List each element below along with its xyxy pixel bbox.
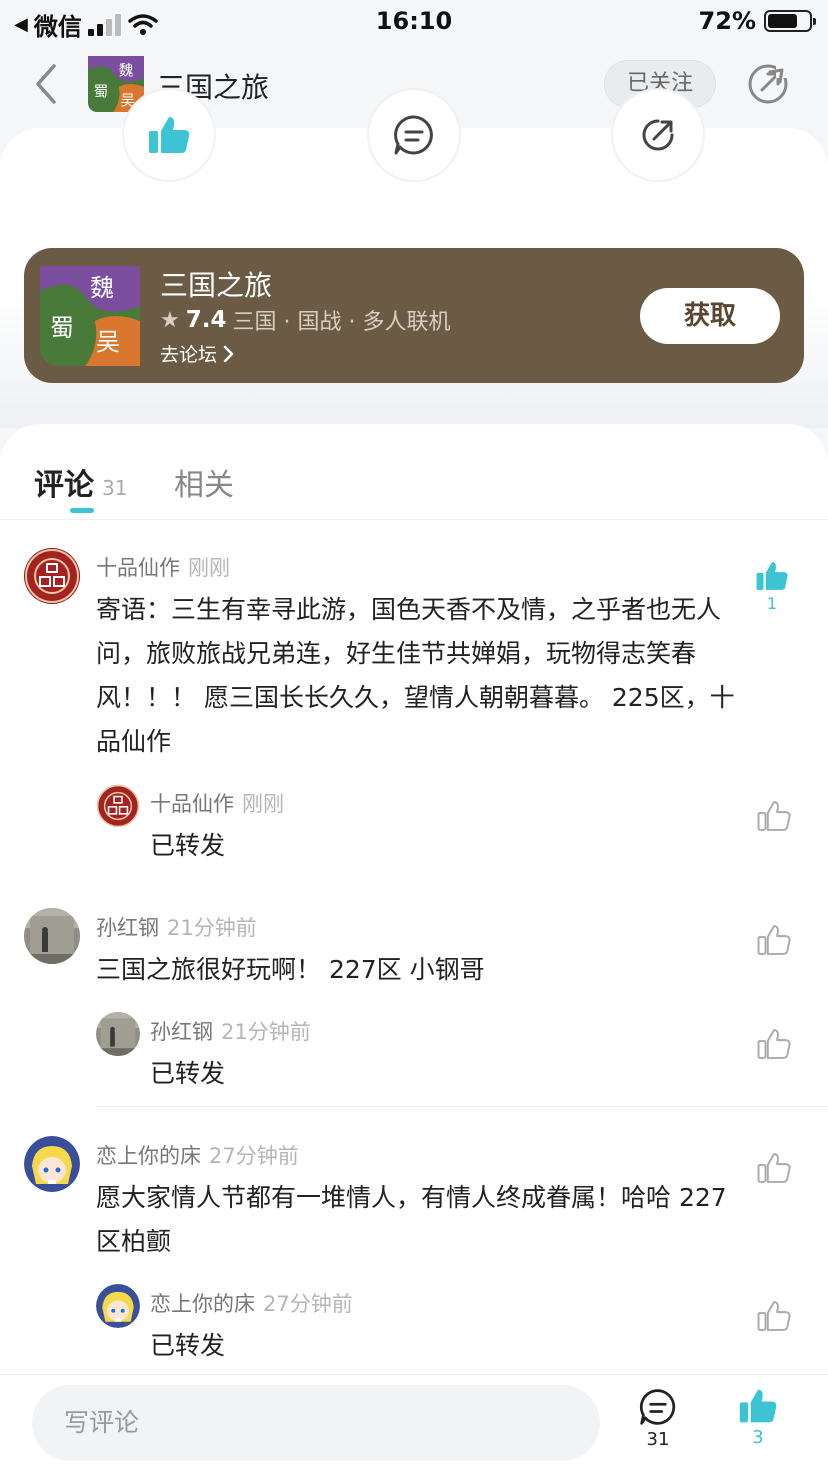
divider [96,1106,828,1107]
thumbs-up-outline-icon [757,1029,791,1059]
tab-related[interactable]: 相关 [174,460,234,504]
tab-comments-count: 31 [102,476,128,500]
thumbs-up-filled-icon [739,1389,777,1423]
get-app-button[interactable]: 获取 [640,288,780,344]
card-meta: ★ 7.4 三国 · 国战 · 多人联机 [160,304,450,336]
card-app-title: 三国之旅 [160,269,273,302]
avatar-image [96,1284,140,1328]
comment-like-count: 1 [766,594,778,613]
share-post-button[interactable] [611,88,705,182]
reply-author-name: 孙红钢 [150,1020,213,1044]
reply-like-button[interactable] [754,1028,794,1060]
reply-avatar[interactable] [96,784,140,828]
comment-author[interactable]: 孙红钢 21分钟前 [96,912,257,942]
thumbs-up-filled-icon [756,562,788,590]
reply-author-name: 恋上你的床 [150,1292,255,1316]
comment-author-name: 恋上你的床 [96,1144,201,1168]
logo-char-wu: 吴 [96,328,120,356]
thumbs-up-outline-icon [757,801,791,831]
avatar-image [96,1012,140,1056]
like-post-button[interactable] [122,88,216,182]
reply-time: 27分钟前 [263,1292,353,1316]
comment-input[interactable]: 写评论 [32,1385,600,1461]
comment-text: 三国之旅很好玩啊！ 227区 小钢哥 [96,955,485,984]
back-arrow-icon[interactable] [30,62,66,106]
bottom-comment-button[interactable]: 31 [628,1387,688,1450]
avatar[interactable] [24,1136,80,1192]
tab-comments-label: 评论 [34,468,94,503]
bottom-comment-count: 31 [646,1429,670,1450]
comment-text: 愿大家情人节都有一堆情人，有情人终成眷属！哈哈 227区柏颤 [96,1183,727,1256]
bottom-like-button[interactable]: 3 [728,1387,788,1448]
comment-author-name: 孙红钢 [96,916,159,940]
reply-avatar[interactable] [96,1012,140,1056]
battery-icon [764,10,816,32]
avatar-image [96,784,140,828]
avatar[interactable] [24,908,80,964]
app-card[interactable]: 魏 蜀 吴 三国之旅 ★ 7.4 三国 · 国战 · 多人联机 去论坛 获取 [24,248,804,383]
share-arrow-icon [642,119,674,151]
bottom-bar: 写评论 31 3 [0,1374,828,1472]
status-bar: ◀ 微信 16:10 72% [0,0,828,42]
active-tab-indicator [70,508,94,513]
battery-percent: 72% [698,7,756,35]
card-tags: 三国 · 国战 · 多人联机 [232,310,451,335]
star-icon: ★ [160,307,180,333]
comment-post-button[interactable] [367,88,461,182]
reply-time: 刚刚 [242,792,284,816]
logo-char-wei: 魏 [119,63,134,80]
comment-time: 27分钟前 [209,1144,299,1168]
thumbs-up-outline-icon [757,1153,791,1183]
game-logo-icon: 魏 蜀 吴 [40,266,140,366]
logo-char-shu: 蜀 [50,314,74,342]
reply-author[interactable]: 恋上你的床 27分钟前 [150,1288,353,1318]
comment-bubble-icon [394,115,433,155]
comment-like-button[interactable] [754,1152,794,1184]
comment-author-name: 十品仙作 [96,556,180,580]
reply-like-button[interactable] [754,800,794,832]
reply-text: 已转发 [150,831,226,860]
comment-text: 寄语：三生有幸寻此游，国色天香不及情，之乎者也无人问，旅败旅战兄弟连，好生佳节共… [96,595,735,756]
logo-char-shu: 蜀 [94,83,109,100]
battery-fill [768,14,797,28]
forum-link[interactable]: 去论坛 [160,340,235,367]
comment-author[interactable]: 十品仙作 刚刚 [96,552,230,582]
comment-bubble-icon [639,1389,676,1425]
tab-comments[interactable]: 评论 31 [34,460,127,504]
reply-text: 已转发 [150,1331,226,1360]
comment-time: 21分钟前 [167,916,257,940]
bottom-like-count: 3 [752,1427,764,1448]
comment-time: 刚刚 [188,556,230,580]
reply-like-button[interactable] [754,1300,794,1332]
comment-like-button[interactable]: 1 [752,560,792,613]
comment-author[interactable]: 恋上你的床 27分钟前 [96,1140,299,1170]
card-app-icon: 魏 蜀 吴 [40,266,140,370]
reply-avatar[interactable] [96,1284,140,1328]
reply-author[interactable]: 孙红钢 21分钟前 [150,1016,311,1046]
reply-author-name: 十品仙作 [150,792,234,816]
avatar-image [25,549,79,603]
reply-author[interactable]: 十品仙作 刚刚 [150,788,284,818]
thumbs-up-outline-icon [757,925,791,955]
thumbs-up-outline-icon [757,1301,791,1331]
chevron-right-icon [223,345,234,362]
avatar-image [24,1136,80,1192]
reply-time: 21分钟前 [221,1020,311,1044]
card-rating: 7.4 [185,307,227,333]
avatar-image [24,908,80,964]
share-icon[interactable] [746,62,790,106]
forum-link-label: 去论坛 [160,344,218,366]
tab-bar: 评论 31 相关 [0,424,828,520]
logo-char-wei: 魏 [90,274,114,302]
reply-text: 已转发 [150,1059,226,1088]
comment-like-button[interactable] [754,924,794,956]
comments-panel: 评论 31 相关 十品仙作 刚刚 寄语：三生有幸寻此游，国色天香不及情，之乎者也无人… [0,424,828,1472]
avatar[interactable] [24,548,80,604]
thumbs-up-filled-icon [149,117,190,153]
